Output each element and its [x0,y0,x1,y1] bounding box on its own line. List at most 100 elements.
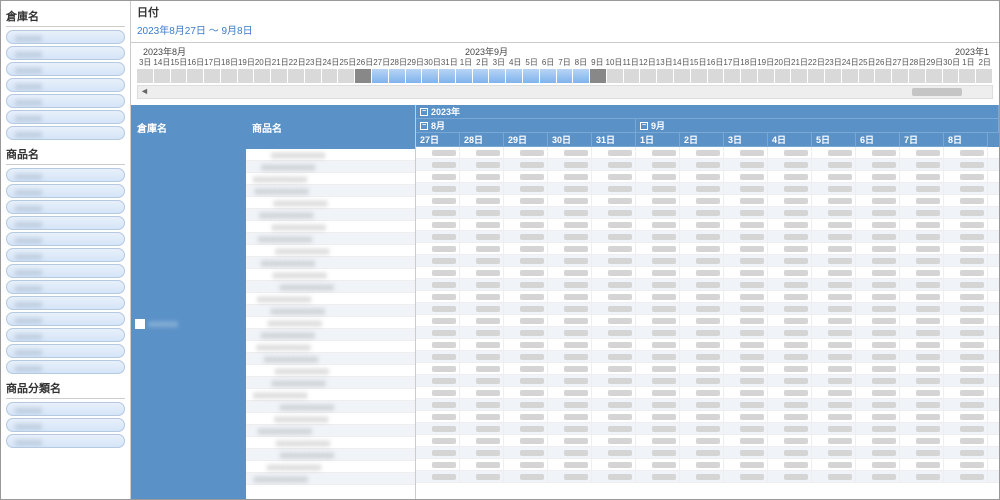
data-cell[interactable] [416,471,460,482]
warehouse-filter-pill[interactable]: xxxxxx [6,110,125,124]
timeline-cell[interactable] [573,69,590,83]
product-row[interactable]: xxxxxxxxxxxx [246,353,415,365]
data-cell[interactable] [636,159,680,170]
data-cell[interactable] [768,207,812,218]
data-cell[interactable] [900,315,944,326]
data-cell[interactable] [592,243,636,254]
data-cell[interactable] [680,315,724,326]
timeline-cell[interactable] [439,69,456,83]
timeline-cell[interactable] [640,69,657,83]
data-cell[interactable] [900,291,944,302]
timeline-cell[interactable] [791,69,808,83]
data-cell[interactable] [724,159,768,170]
data-cell[interactable] [856,375,900,386]
data-cell[interactable] [416,219,460,230]
data-cell[interactable] [504,471,548,482]
timeline-cell[interactable] [859,69,876,83]
data-cell[interactable] [592,351,636,362]
data-cell[interactable] [680,267,724,278]
data-cell[interactable] [812,399,856,410]
data-cell[interactable] [680,207,724,218]
product-row[interactable]: xxxxxxxxxxxx [246,209,415,221]
data-cell[interactable] [856,471,900,482]
data-cell[interactable] [856,291,900,302]
data-cell[interactable] [548,171,592,182]
data-cell[interactable] [856,315,900,326]
data-cell[interactable] [592,147,636,158]
scroll-left-icon[interactable]: ◄ [140,86,149,96]
timeline-cell[interactable] [976,69,993,83]
data-cell[interactable] [636,387,680,398]
data-cell[interactable] [504,351,548,362]
data-cell[interactable] [548,399,592,410]
product-row[interactable]: xxxxxxxxxxxx [246,149,415,161]
data-cell[interactable] [460,183,504,194]
data-cell[interactable] [548,339,592,350]
data-cell[interactable] [900,351,944,362]
data-cell[interactable] [504,399,548,410]
data-cell[interactable] [548,267,592,278]
data-cell[interactable] [944,207,988,218]
data-cell[interactable] [768,327,812,338]
data-cell[interactable] [944,315,988,326]
data-cell[interactable] [768,243,812,254]
data-cell[interactable] [504,327,548,338]
data-cell[interactable] [856,195,900,206]
data-cell[interactable] [680,387,724,398]
data-cell[interactable] [504,291,548,302]
data-cell[interactable] [460,351,504,362]
product-row[interactable]: xxxxxxxxxxxx [246,341,415,353]
data-cell[interactable] [416,339,460,350]
data-cell[interactable] [680,159,724,170]
data-cell[interactable] [592,375,636,386]
data-cell[interactable] [768,447,812,458]
data-cell[interactable] [504,363,548,374]
product-row[interactable]: xxxxxxxxxxxx [246,245,415,257]
data-cell[interactable] [680,363,724,374]
data-cell[interactable] [900,183,944,194]
data-cell[interactable] [680,471,724,482]
data-cell[interactable] [724,327,768,338]
data-cell[interactable] [548,363,592,374]
data-cell[interactable] [724,447,768,458]
data-cell[interactable] [768,159,812,170]
data-cell[interactable] [504,267,548,278]
product-row[interactable]: xxxxxxxxxxxx [246,221,415,233]
grid-day-header[interactable]: 27日 [416,133,460,147]
category-filter-pill[interactable]: xxxxxx [6,402,125,416]
data-cell[interactable] [504,243,548,254]
data-cell[interactable] [416,279,460,290]
warehouse-filter-pill[interactable]: xxxxxx [6,126,125,140]
data-cell[interactable] [548,459,592,470]
data-cell[interactable] [680,231,724,242]
data-cell[interactable] [944,147,988,158]
data-cell[interactable] [504,171,548,182]
data-cell[interactable] [416,207,460,218]
grid-day-header[interactable]: 4日 [768,133,812,147]
warehouse-filter-pill[interactable]: xxxxxx [6,94,125,108]
data-cell[interactable] [460,327,504,338]
product-filter-pill[interactable]: xxxxxx [6,328,125,342]
data-cell[interactable] [636,363,680,374]
data-cell[interactable] [460,303,504,314]
data-cell[interactable] [768,279,812,290]
data-cell[interactable] [636,423,680,434]
data-cell[interactable] [812,267,856,278]
data-cell[interactable] [724,195,768,206]
grid-day-header[interactable]: 8日 [944,133,988,147]
data-cell[interactable] [460,315,504,326]
data-cell[interactable] [812,219,856,230]
data-cell[interactable] [548,219,592,230]
data-cell[interactable] [768,399,812,410]
data-cell[interactable] [636,183,680,194]
data-cell[interactable] [636,255,680,266]
data-cell[interactable] [548,387,592,398]
data-cell[interactable] [460,171,504,182]
data-cell[interactable] [768,195,812,206]
data-cell[interactable] [944,195,988,206]
timeline-cell[interactable] [657,69,674,83]
data-cell[interactable] [812,435,856,446]
data-cell[interactable] [416,387,460,398]
data-cell[interactable] [724,411,768,422]
data-cell[interactable] [768,387,812,398]
